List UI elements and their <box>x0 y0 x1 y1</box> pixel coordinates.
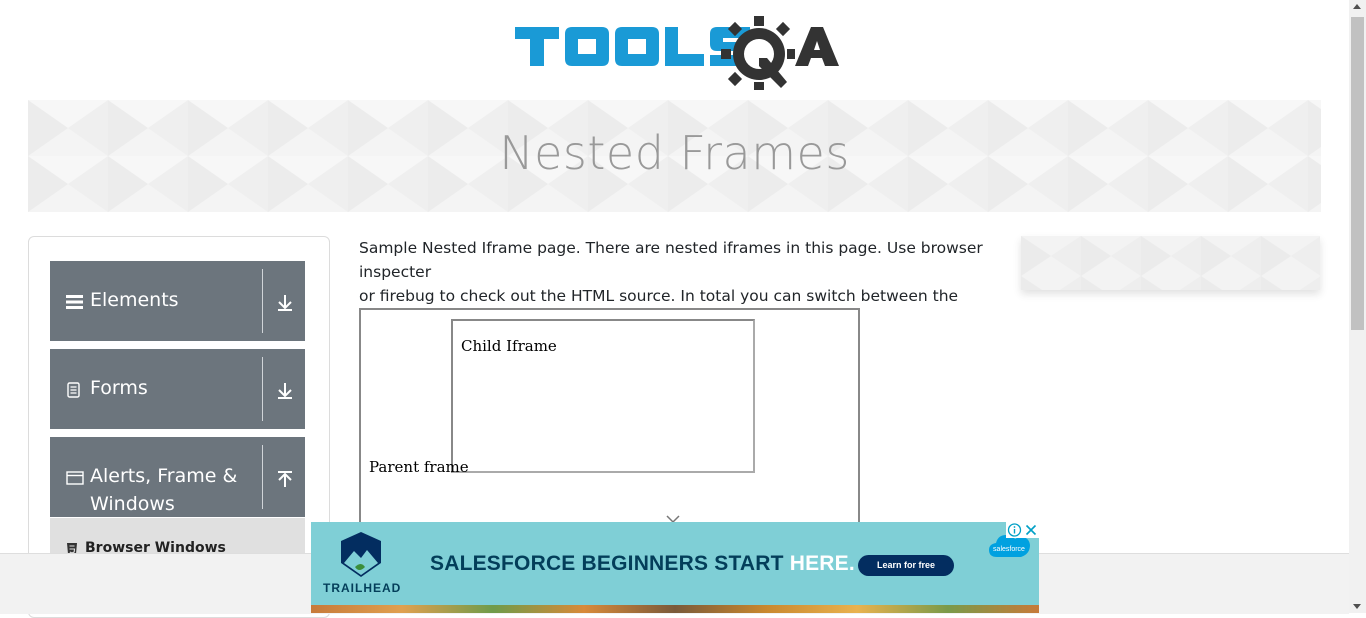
sidebar-group-label: Forms <box>90 377 148 399</box>
ad-cta-button[interactable]: Learn for free <box>858 555 954 576</box>
ad-pattern <box>1021 236 1320 290</box>
child-iframe[interactable]: Child Iframe <box>451 319 755 473</box>
ad-headline-main: SALESFORCE BEGINNERS START <box>430 552 784 575</box>
document-icon <box>66 382 82 402</box>
right-ad-placeholder <box>1021 236 1320 290</box>
ad-banner[interactable]: TRAILHEAD SALESFORCE BEGINNERS START HER… <box>311 522 1039 613</box>
site-header <box>0 0 1349 100</box>
ad-headline-highlight: HERE. <box>789 552 855 575</box>
ad-close-icon[interactable] <box>1023 522 1039 538</box>
toolsqa-logo[interactable] <box>515 14 839 92</box>
scroll-down-icon[interactable] <box>1353 604 1361 609</box>
sidebar-group-label-line1: Alerts, Frame & <box>90 465 238 487</box>
group-divider <box>262 357 263 421</box>
arrow-up-icon[interactable] <box>276 470 294 492</box>
page-title: Nested Frames <box>499 126 850 180</box>
sidebar-group-alerts-frame-windows[interactable]: Alerts, Frame & Windows <box>50 437 305 517</box>
sidebar-group-elements[interactable]: Elements <box>50 261 305 341</box>
sidebar-submenu: Browser Windows <box>50 518 305 558</box>
ad-brand: TRAILHEAD <box>323 581 402 595</box>
parent-frame-label: Parent frame <box>369 458 469 476</box>
sidebar-group-label-line2: Windows <box>90 493 175 515</box>
scroll-up-icon[interactable] <box>1353 4 1361 9</box>
arrow-down-icon[interactable] <box>276 382 294 404</box>
sidebar-group-forms[interactable]: Forms <box>50 349 305 429</box>
page-scrollbar[interactable] <box>1349 0 1366 613</box>
arrow-down-icon[interactable] <box>276 294 294 316</box>
trailhead-logo-icon <box>336 531 386 583</box>
group-divider <box>262 269 263 333</box>
page-banner: Nested Frames <box>28 100 1321 212</box>
window-icon <box>66 470 84 490</box>
ad-info-icon[interactable] <box>1006 522 1023 538</box>
ad-illustration-strip <box>311 605 1039 613</box>
scrollbar-thumb[interactable] <box>1351 17 1364 330</box>
child-frame-label: Child Iframe <box>461 337 557 355</box>
group-divider <box>262 445 263 509</box>
sidebar-group-label: Elements <box>90 289 179 311</box>
description-line: Sample Nested Iframe page. There are nes… <box>359 239 983 281</box>
ad-headline: SALESFORCE BEGINNERS START HERE. <box>430 552 855 576</box>
menu-lines-icon <box>66 294 84 314</box>
parent-frame[interactable]: Child Iframe Parent frame <box>359 308 860 550</box>
sponsor-text: salesforce <box>993 546 1025 553</box>
